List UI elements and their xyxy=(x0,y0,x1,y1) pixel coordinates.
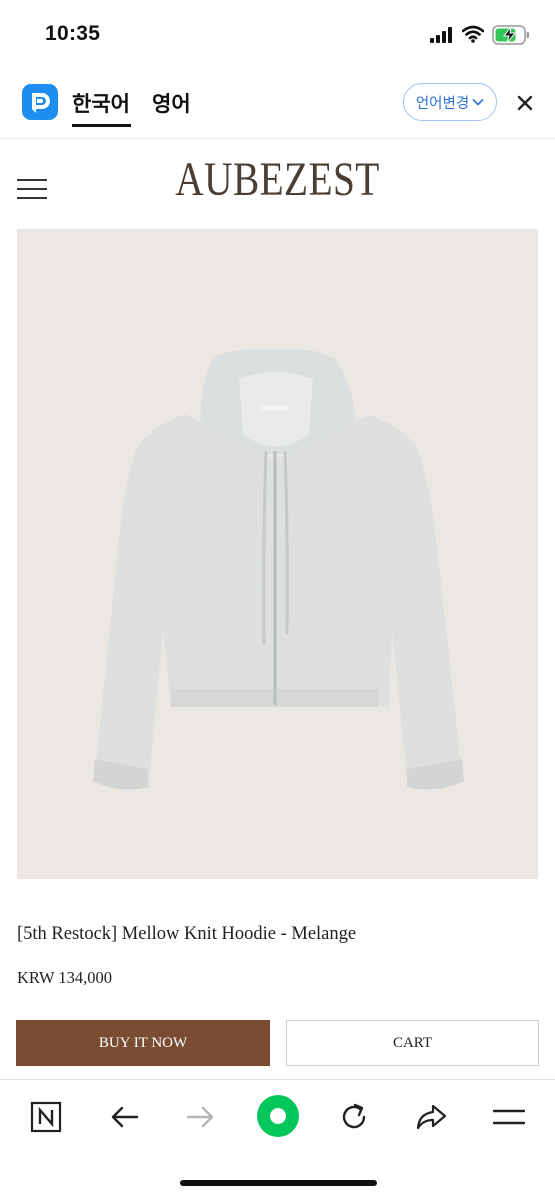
papago-logo-icon[interactable] xyxy=(22,84,58,120)
product-title: [5th Restock] Mellow Knit Hoodie - Melan… xyxy=(17,924,357,944)
tab-english[interactable]: 영어 xyxy=(152,88,191,118)
change-language-button[interactable]: 언어변경 xyxy=(403,83,497,121)
chevron-down-icon xyxy=(472,98,484,106)
active-tab-indicator xyxy=(72,124,131,127)
buy-it-now-button[interactable]: BUY IT NOW xyxy=(16,1020,270,1066)
divider xyxy=(0,1079,555,1080)
menu-icon[interactable] xyxy=(489,1097,529,1137)
cellular-signal-icon xyxy=(430,27,452,43)
tab-korean[interactable]: 한국어 xyxy=(72,88,130,118)
close-icon[interactable] xyxy=(513,91,537,115)
hamburger-menu-icon[interactable] xyxy=(17,177,47,201)
change-language-label: 언어변경 xyxy=(415,95,470,112)
divider xyxy=(0,138,555,139)
wifi-icon xyxy=(462,25,484,43)
refresh-icon[interactable] xyxy=(334,1097,374,1137)
site-logo[interactable]: AUBEZEST xyxy=(50,152,505,207)
naver-n-icon[interactable] xyxy=(26,1097,66,1137)
share-icon[interactable] xyxy=(411,1097,451,1137)
cart-button[interactable]: CART xyxy=(286,1020,539,1066)
product-image[interactable] xyxy=(17,229,538,879)
battery-charging-icon xyxy=(492,25,529,45)
product-price: KRW 134,000 xyxy=(17,968,113,987)
back-arrow-icon[interactable] xyxy=(104,1097,144,1137)
green-home-icon[interactable] xyxy=(256,1094,300,1138)
status-time: 10:35 xyxy=(45,22,101,45)
forward-arrow-icon[interactable] xyxy=(181,1097,221,1137)
home-indicator[interactable] xyxy=(180,1180,377,1186)
